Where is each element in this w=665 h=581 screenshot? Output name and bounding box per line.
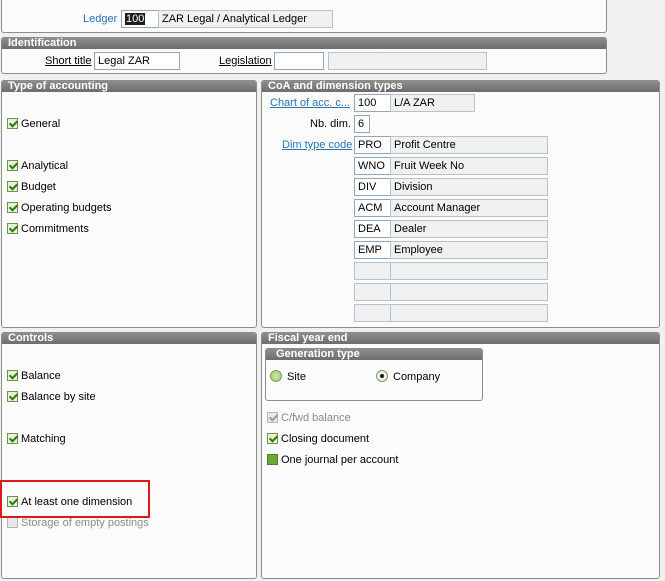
dim-name-field: Profit Centre xyxy=(390,136,548,154)
one-journal-per-account-checkbox[interactable]: One journal per account xyxy=(267,454,398,467)
dim-name-field: Employee xyxy=(390,241,548,259)
dim-code-field xyxy=(354,304,391,322)
operating-budgets-checkbox[interactable]: Operating budgets xyxy=(7,202,112,215)
checkbox-icon xyxy=(7,433,18,444)
dim-code-field xyxy=(354,283,391,301)
legislation-label[interactable]: Legislation xyxy=(219,54,272,68)
coa-title: CoA and dimension types xyxy=(262,81,659,92)
fiscal-year-end-title: Fiscal year end xyxy=(262,333,659,344)
chart-description-field: L/A ZAR xyxy=(390,94,475,112)
identification-title: Identification xyxy=(2,38,606,49)
matching-checkbox[interactable]: Matching xyxy=(7,433,66,446)
controls-panel: Controls Balance Balance by site Matchin… xyxy=(1,332,257,579)
dim-type-code-label[interactable]: Dim type code xyxy=(282,138,352,152)
dim-code-field[interactable]: EMP xyxy=(354,241,391,259)
checkbox-icon xyxy=(7,202,18,213)
dim-code-field[interactable]: DIV xyxy=(354,178,391,196)
ledger-label[interactable]: Ledger xyxy=(83,12,117,26)
checkbox-icon xyxy=(7,223,18,234)
dim-name-field: Fruit Week No xyxy=(390,157,548,175)
dim-name-field: Division xyxy=(390,178,548,196)
type-of-accounting-panel: Type of accounting General Analytical Bu… xyxy=(1,80,257,328)
checkbox-indeterminate-icon xyxy=(267,454,278,465)
general-checkbox[interactable]: General xyxy=(7,118,60,131)
dim-name-field: Account Manager xyxy=(390,199,548,217)
type-of-accounting-title: Type of accounting xyxy=(2,81,256,92)
dim-code-field[interactable]: ACM xyxy=(354,199,391,217)
ledger-panel: Ledger 100 ZAR Legal / Analytical Ledger xyxy=(1,0,607,33)
generation-type-group: Generation type Site Company xyxy=(265,348,483,401)
chart-of-accounts-label[interactable]: Chart of acc. c... xyxy=(270,96,350,110)
dim-code-field[interactable]: WNO xyxy=(354,157,391,175)
checkbox-icon xyxy=(7,181,18,192)
nb-dim-field[interactable]: 6 xyxy=(354,115,370,133)
identification-panel: Identification Short title Legal ZAR Leg… xyxy=(1,37,607,74)
highlight-box xyxy=(0,480,150,518)
dim-code-field[interactable]: DEA xyxy=(354,220,391,238)
checkbox-icon xyxy=(7,118,18,129)
storage-of-empty-postings-checkbox: Storage of empty postings xyxy=(7,517,149,530)
fiscal-year-end-panel: Fiscal year end Generation type Site Com… xyxy=(261,332,660,579)
short-title-field[interactable]: Legal ZAR xyxy=(94,52,180,70)
dim-code-field xyxy=(354,262,391,280)
balance-by-site-checkbox[interactable]: Balance by site xyxy=(7,391,96,404)
ledger-code-field[interactable]: 100 xyxy=(121,10,159,28)
site-radio[interactable]: Site xyxy=(270,370,306,384)
radio-icon xyxy=(270,370,282,382)
legislation-description-field xyxy=(328,52,487,70)
legislation-field[interactable] xyxy=(274,52,324,70)
checkbox-icon xyxy=(267,412,278,423)
cfwd-balance-checkbox: C/fwd balance xyxy=(267,412,351,425)
dim-name-field xyxy=(390,283,548,301)
balance-checkbox[interactable]: Balance xyxy=(7,370,61,383)
checkbox-icon xyxy=(7,370,18,381)
budget-checkbox[interactable]: Budget xyxy=(7,181,56,194)
checkbox-icon xyxy=(7,391,18,402)
analytical-checkbox[interactable]: Analytical xyxy=(7,160,68,173)
company-radio[interactable]: Company xyxy=(376,370,440,384)
radio-selected-icon xyxy=(376,370,388,382)
checkbox-icon xyxy=(267,433,278,444)
dim-code-field[interactable]: PRO xyxy=(354,136,391,154)
nb-dim-label: Nb. dim. xyxy=(310,118,351,130)
dim-name-field xyxy=(390,304,548,322)
commitments-checkbox[interactable]: Commitments xyxy=(7,223,89,236)
controls-title: Controls xyxy=(2,333,256,344)
closing-document-checkbox[interactable]: Closing document xyxy=(267,433,369,446)
short-title-label[interactable]: Short title xyxy=(45,54,91,68)
checkbox-icon xyxy=(7,160,18,171)
ledger-description-field: ZAR Legal / Analytical Ledger xyxy=(158,10,333,28)
coa-panel: CoA and dimension types Chart of acc. c.… xyxy=(261,80,660,328)
checkbox-icon xyxy=(7,517,18,528)
dim-name-field: Dealer xyxy=(390,220,548,238)
generation-type-title: Generation type xyxy=(266,349,482,360)
dim-name-field xyxy=(390,262,548,280)
chart-code-field[interactable]: 100 xyxy=(354,94,391,112)
